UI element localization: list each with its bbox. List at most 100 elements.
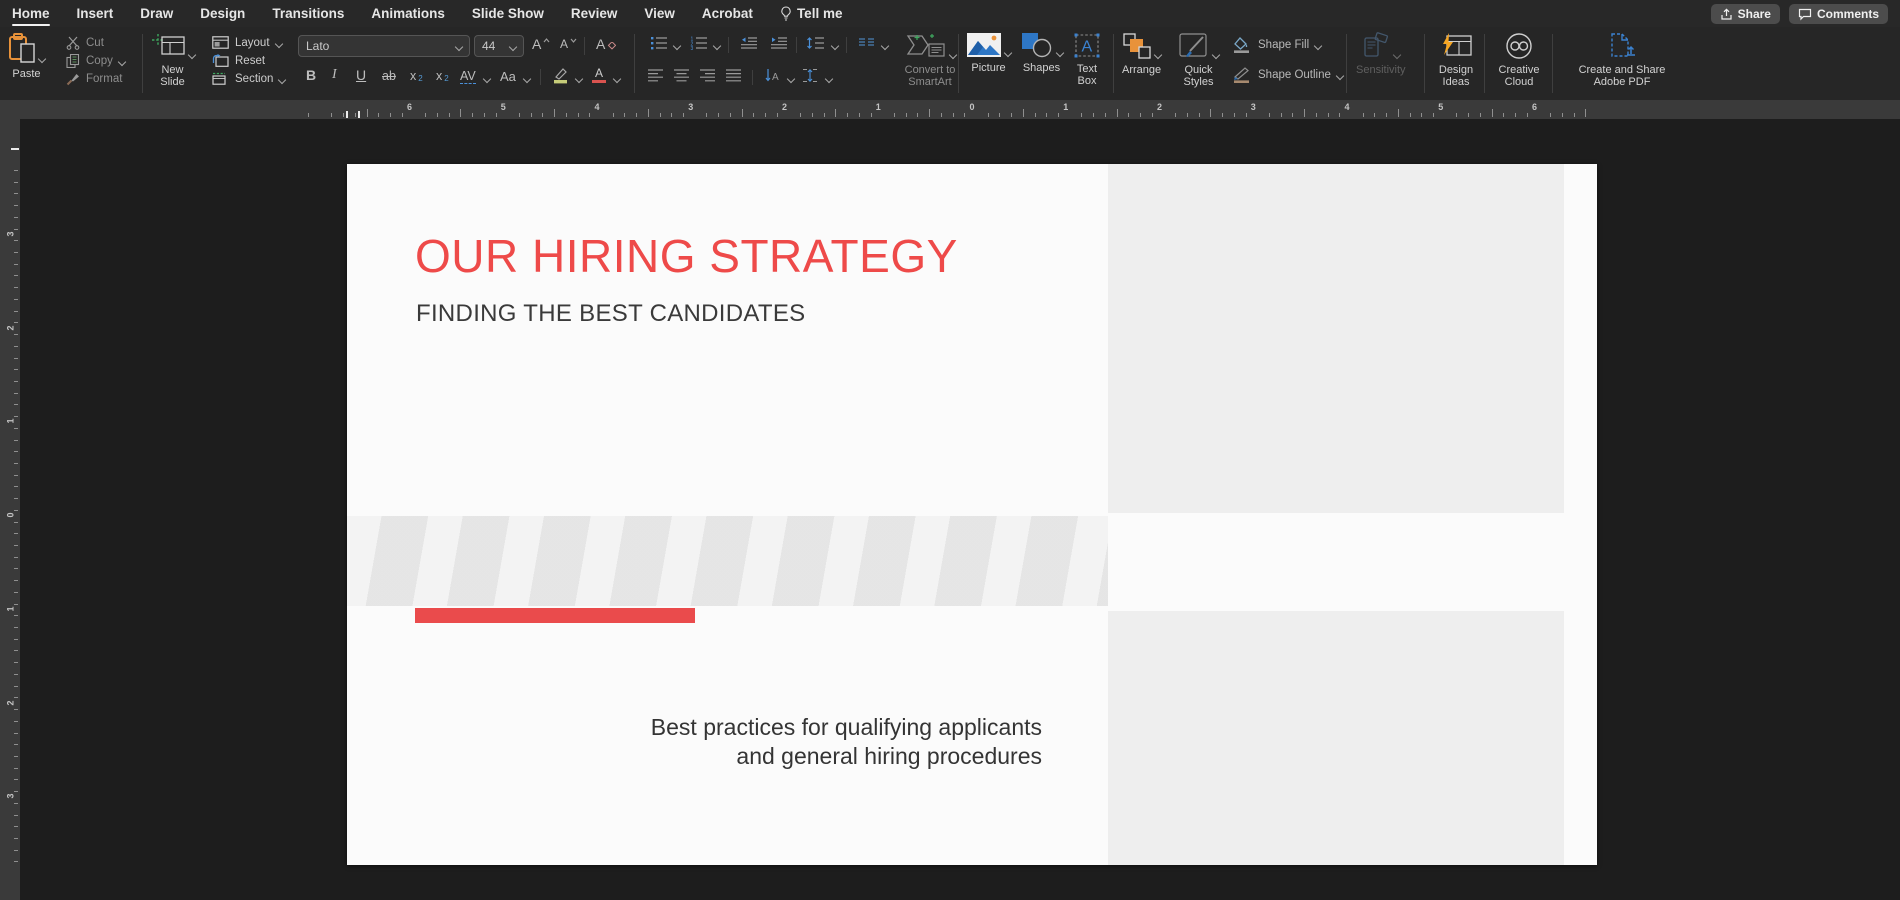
arrange-button[interactable]: Arrange bbox=[1122, 32, 1161, 76]
sensitivity-button[interactable]: Sensitivity bbox=[1356, 32, 1406, 76]
picture-icon bbox=[966, 32, 1002, 58]
font-size-select[interactable]: 44 bbox=[474, 35, 524, 57]
font-color-button[interactable]: A bbox=[592, 67, 606, 83]
tab-acrobat[interactable]: Acrobat bbox=[702, 0, 753, 27]
decrease-indent-button[interactable] bbox=[740, 36, 758, 50]
paste-button[interactable]: Paste bbox=[8, 32, 45, 80]
ribbon-divider bbox=[1424, 34, 1425, 93]
new-slide-icon bbox=[150, 32, 186, 60]
create-share-adobe-pdf-button[interactable]: Create and Share Adobe PDF bbox=[1562, 32, 1682, 88]
new-slide-button[interactable]: New Slide bbox=[150, 32, 195, 88]
margin-marker[interactable] bbox=[11, 148, 19, 150]
align-text-vertical-button[interactable] bbox=[802, 68, 818, 83]
format-painter-button[interactable]: Format bbox=[66, 71, 122, 86]
ribbon-divider bbox=[634, 34, 635, 93]
increase-font-size-button[interactable]: A bbox=[532, 37, 550, 51]
arrange-icon bbox=[1122, 32, 1152, 60]
italic-button[interactable]: I bbox=[332, 67, 337, 83]
faded-image-band[interactable] bbox=[347, 516, 1108, 606]
design-ideas-button[interactable]: Design Ideas bbox=[1434, 32, 1478, 88]
smartart-icon bbox=[905, 32, 947, 60]
font-color-icon: A bbox=[592, 67, 606, 83]
shape-outline-button[interactable]: Shape Outline bbox=[1232, 67, 1343, 82]
shape-fill-button[interactable]: Shape Fill bbox=[1232, 37, 1321, 52]
align-center-icon bbox=[674, 69, 690, 82]
numbering-button[interactable]: 123 bbox=[690, 36, 708, 50]
tab-view[interactable]: View bbox=[644, 0, 675, 27]
font-name-select[interactable]: Lato bbox=[298, 35, 470, 57]
format-brush-icon bbox=[66, 72, 80, 86]
image-placeholder-top-right[interactable] bbox=[1108, 164, 1564, 513]
slide-title[interactable]: OUR HIRING STRATEGY bbox=[415, 230, 958, 282]
creative-cloud-icon bbox=[1504, 32, 1534, 60]
clear-formatting-button[interactable]: A bbox=[596, 37, 616, 51]
chevron-down-icon bbox=[1004, 49, 1012, 57]
cut-button[interactable]: Cut bbox=[66, 35, 104, 50]
slide-subtitle[interactable]: FINDING THE BEST CANDIDATES bbox=[416, 300, 806, 328]
outdent-icon bbox=[740, 36, 758, 50]
indent-marker[interactable] bbox=[358, 111, 360, 118]
tab-animations[interactable]: Animations bbox=[371, 0, 445, 27]
reset-button[interactable]: Reset bbox=[212, 53, 265, 68]
share-button[interactable]: Share bbox=[1711, 4, 1780, 24]
tab-draw[interactable]: Draw bbox=[140, 0, 173, 27]
tab-tell-me[interactable]: Tell me bbox=[780, 0, 843, 27]
chevron-down-icon bbox=[1336, 71, 1344, 79]
slide-body-text[interactable]: Best practices for qualifying applicants… bbox=[587, 713, 1042, 771]
justify-button[interactable] bbox=[726, 69, 742, 82]
font-size-value: 44 bbox=[482, 39, 495, 53]
bullets-button[interactable] bbox=[650, 36, 668, 50]
comment-icon bbox=[1798, 8, 1812, 21]
eraser-icon bbox=[607, 42, 616, 51]
indent-marker[interactable] bbox=[346, 111, 348, 118]
superscript-button[interactable]: x2 bbox=[410, 69, 423, 83]
shapes-button[interactable]: Shapes bbox=[1020, 32, 1063, 74]
underline-button[interactable]: U bbox=[356, 67, 366, 83]
chevron-down-icon bbox=[831, 42, 839, 50]
quick-styles-button[interactable]: Quick Styles bbox=[1178, 32, 1219, 88]
layout-button[interactable]: Layout bbox=[212, 35, 282, 50]
text-box-icon: A bbox=[1072, 32, 1102, 59]
character-spacing-button[interactable]: AV bbox=[460, 69, 476, 84]
ribbon-divider bbox=[584, 37, 585, 55]
design-ideas-label: Design Ideas bbox=[1434, 64, 1478, 88]
change-case-button[interactable]: Aa bbox=[500, 69, 516, 84]
creative-cloud-button[interactable]: Creative Cloud bbox=[1494, 32, 1544, 88]
tab-design[interactable]: Design bbox=[200, 0, 245, 27]
shapes-label: Shapes bbox=[1023, 62, 1060, 74]
quick-styles-label: Quick Styles bbox=[1179, 64, 1219, 88]
align-right-button[interactable] bbox=[700, 69, 716, 82]
tab-review[interactable]: Review bbox=[571, 0, 618, 27]
accent-bar-shape[interactable] bbox=[415, 608, 695, 623]
strikethrough-button[interactable]: ab bbox=[382, 69, 396, 83]
shape-outline-label: Shape Outline bbox=[1258, 69, 1331, 81]
tab-insert[interactable]: Insert bbox=[77, 0, 114, 27]
chevron-down-icon bbox=[118, 57, 126, 65]
bold-button[interactable]: B bbox=[306, 67, 316, 83]
comments-button[interactable]: Comments bbox=[1789, 4, 1888, 24]
design-ideas-icon bbox=[1439, 32, 1473, 60]
quick-styles-icon bbox=[1178, 32, 1210, 60]
section-button[interactable]: Section bbox=[212, 71, 285, 86]
layout-label: Layout bbox=[235, 37, 270, 49]
picture-button[interactable]: Picture bbox=[966, 32, 1011, 74]
tab-slide-show[interactable]: Slide Show bbox=[472, 0, 544, 27]
text-highlight-button[interactable] bbox=[552, 67, 570, 84]
tab-transitions[interactable]: Transitions bbox=[272, 0, 344, 27]
ribbon-divider bbox=[752, 70, 753, 85]
line-spacing-button[interactable] bbox=[806, 36, 825, 50]
text-box-button[interactable]: A Text Box bbox=[1072, 32, 1102, 87]
columns-button[interactable] bbox=[858, 37, 875, 49]
tab-home[interactable]: Home bbox=[12, 0, 50, 27]
increase-indent-button[interactable] bbox=[770, 36, 788, 50]
decrease-font-size-button[interactable]: A bbox=[560, 37, 577, 51]
copy-button[interactable]: Copy bbox=[66, 53, 125, 68]
text-direction-button[interactable]: A bbox=[764, 68, 780, 83]
image-placeholder-bottom-right[interactable] bbox=[1108, 611, 1564, 865]
chevron-down-icon bbox=[1393, 51, 1401, 59]
chevron-down-icon bbox=[1212, 51, 1220, 59]
slide[interactable]: OUR HIRING STRATEGY FINDING THE BEST CAN… bbox=[347, 164, 1597, 865]
subscript-button[interactable]: x2 bbox=[436, 69, 449, 83]
align-center-button[interactable] bbox=[674, 69, 690, 82]
align-left-button[interactable] bbox=[648, 69, 664, 82]
